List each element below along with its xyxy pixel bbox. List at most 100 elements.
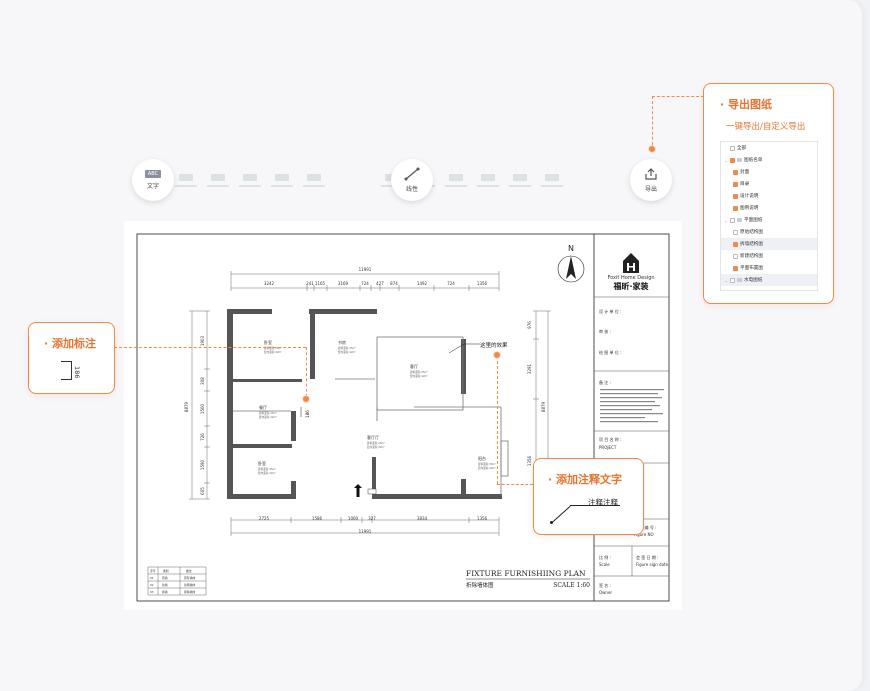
sheet-border <box>136 233 670 602</box>
dim-bottom: 2725 <box>259 516 270 521</box>
dim-right: 8879 <box>541 401 546 412</box>
room-note: 套内面积 22m² <box>410 374 428 378</box>
export-connector-v <box>652 96 653 150</box>
dimension-connector <box>114 347 306 348</box>
room-note: 建筑面积 25m² <box>478 462 496 466</box>
measure-line-icon <box>404 167 420 181</box>
checkbox[interactable] <box>733 181 738 187</box>
room-label: 卧室 <box>264 339 272 345</box>
logo-text-en: Foxit Home Design <box>607 275 654 281</box>
room-note: 建筑面积 25m² <box>259 411 277 415</box>
line-tool-button[interactable]: 线性 <box>391 159 433 201</box>
dim-bottom: 1356 <box>477 516 488 521</box>
export-tree-item[interactable]: 平面布置图 <box>721 262 817 274</box>
dim-bottom: 1000 <box>348 516 359 521</box>
dim-right: 3291 <box>527 363 532 374</box>
export-tool-button[interactable]: 导出 <box>630 159 672 201</box>
export-tree-item[interactable]: ⌄ 平面图纸 <box>721 214 817 226</box>
export-tree-label: 封面 <box>740 170 750 175</box>
export-tree-item[interactable]: 图例说明 <box>721 202 817 214</box>
dim-left: 1500 <box>200 403 205 414</box>
legend-cell: 02 <box>150 583 154 587</box>
room-label: 卧室 <box>258 460 266 466</box>
legend-cell: 原有墙体 <box>184 576 195 580</box>
export-tree-item[interactable]: 原始结构图 <box>721 226 817 238</box>
export-callout[interactable]: · 导出图纸 一键导出/自定义导出 全部 ⌄ 图纸名单 封面 目录 设计说明 图例说明 ⌄ 平面… <box>703 83 834 304</box>
dim-left: 726 <box>200 433 205 441</box>
dim-top: 1356 <box>477 281 488 286</box>
legend-cell: 原墙 <box>162 576 168 580</box>
export-tree-label: 新建结构图 <box>740 254 763 259</box>
note-anchor-dot <box>493 351 501 359</box>
export-tree-item[interactable]: ⌄ 图纸名单 <box>721 154 817 166</box>
room-label: 餐厅 <box>259 404 267 410</box>
note-callout[interactable]: · 添加注释文字 注释注释 <box>533 458 644 535</box>
dimension-sample: 186 <box>61 361 81 381</box>
checkbox[interactable] <box>733 253 738 259</box>
project-name-value: PROJECT <box>599 445 617 450</box>
scale-label: 比 例 : <box>599 554 611 560</box>
folder-icon <box>737 278 742 282</box>
dim-bottom: 1586 <box>312 516 323 521</box>
export-tree-label: 拆墙结构图 <box>740 242 763 247</box>
checkbox[interactable] <box>733 241 738 247</box>
chevron-down-icon[interactable]: ⌄ <box>724 218 728 223</box>
text-tool-button[interactable]: ABC 文字 <box>132 159 174 201</box>
dim-top: 724 <box>361 281 369 286</box>
checkbox[interactable] <box>730 145 735 151</box>
date-label: 会 签 日 期 : <box>636 554 658 560</box>
checkbox[interactable] <box>730 277 735 283</box>
note-text-drawn: 这里的效果 <box>480 341 508 349</box>
room-note: 套内面积 22m² <box>258 471 276 475</box>
chevron-down-icon[interactable]: ⌄ <box>724 158 728 163</box>
note-connector-h <box>497 484 533 485</box>
plan-title: FIXTURE FURNISHIING PLAN <box>466 569 586 578</box>
checkbox[interactable] <box>730 217 735 223</box>
legend-cell: 拆墙 <box>162 590 168 594</box>
legend-cell: 新墙 <box>162 583 168 587</box>
export-anchor-dot <box>648 145 656 153</box>
export-tree: 全部 ⌄ 图纸名单封面目录 设计说明图例说明 ⌄ 平面图纸原始结构图拆墙结构图新建结构图平… <box>720 141 818 291</box>
export-upload-icon <box>645 168 657 180</box>
export-callout-subtitle: 一键导出/自定义导出 <box>726 122 806 132</box>
export-tree-item[interactable]: 全部 <box>721 142 817 154</box>
export-tree-item[interactable]: 封面 <box>721 166 817 178</box>
checkbox[interactable] <box>733 193 738 199</box>
room-note: 套内面积 22m² <box>478 466 496 470</box>
export-tree-item[interactable]: 设计说明 <box>721 190 817 202</box>
room-label: 客厅 <box>410 363 418 369</box>
checkbox[interactable] <box>733 205 738 211</box>
export-tree-label: 图例说明 <box>740 206 759 211</box>
svg-text:186: 186 <box>305 410 310 418</box>
checkbox[interactable] <box>733 229 738 235</box>
date-value: Figure sign date <box>636 562 669 567</box>
logo-text-cn: 福昕·家装 <box>612 281 648 291</box>
export-tree-item[interactable]: ⌄ 水电图纸 <box>721 274 817 286</box>
checkbox[interactable] <box>733 265 738 271</box>
dim-left: 1903 <box>200 335 205 346</box>
room-note: 建筑面积 25m² <box>338 346 356 350</box>
dim-top: 427 <box>376 281 384 286</box>
project-name-label: 项 目 名 称 : <box>599 436 621 442</box>
export-tree-item[interactable]: 拆墙结构图 <box>721 238 817 250</box>
export-tree-item[interactable]: 目录 <box>721 178 817 190</box>
chevron-down-icon[interactable]: ⌄ <box>724 278 728 283</box>
dimension-anchor-dot <box>302 395 310 403</box>
north-label: N <box>568 244 574 253</box>
dimension-callout[interactable]: · 添加标注 186 <box>28 322 115 394</box>
dim-total-bottom: 11991 <box>359 529 372 534</box>
dim-top: 3242 <box>264 281 275 286</box>
dim-left: 1590 <box>200 459 205 470</box>
legend-cell: 新砌墙体 <box>184 583 195 587</box>
export-tree-item[interactable]: 新建结构图 <box>721 250 817 262</box>
export-tree-label: 原始结构图 <box>740 230 763 235</box>
checkbox[interactable] <box>733 169 738 175</box>
checkbox[interactable] <box>730 157 735 163</box>
folder-icon <box>737 158 742 162</box>
legend-cell: 拆除墙体 <box>184 590 195 594</box>
room-label: 客厅厅 <box>367 434 379 440</box>
export-tree-label: 水电图纸 <box>744 278 763 283</box>
floor-plan-sheet[interactable]: Foxit Home Design 福昕·家装 设 计 单 位 : 审 核 : … <box>124 221 682 610</box>
export-connector-h <box>652 96 704 97</box>
sign-value: Owner <box>599 590 612 595</box>
